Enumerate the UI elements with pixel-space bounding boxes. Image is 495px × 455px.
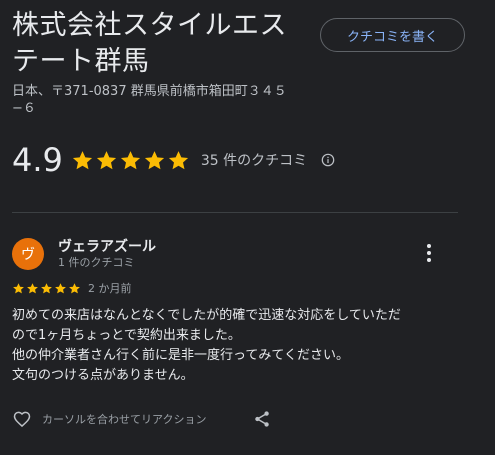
star-icon (120, 150, 140, 169)
info-icon[interactable] (321, 153, 335, 167)
review-date: 2 か月前 (88, 282, 132, 295)
rating-summary: 4.9 35 件のクチコミ (12, 140, 335, 180)
star-icon (96, 150, 116, 169)
star-icon (55, 282, 66, 293)
business-name-line-1: 株式会社スタイルエス (12, 10, 287, 41)
star-icon (13, 282, 24, 293)
review-count-link[interactable]: 35 件のクチコミ (201, 150, 307, 170)
star-icon (144, 150, 164, 169)
star-icon (168, 150, 188, 169)
review-text-line: 他の仲介業者さん行く前に是非一度行ってみてください。 (12, 348, 349, 363)
section-divider (12, 212, 458, 213)
star-icon (41, 282, 52, 293)
more-vert-icon[interactable] (418, 240, 440, 266)
reviewer-name[interactable]: ヴェラアズール (58, 236, 156, 256)
review-rating: 2 か月前 (12, 280, 132, 296)
business-name: 株式会社スタイルエス テート群馬 (12, 8, 312, 80)
address-line-2: −６ (12, 101, 36, 116)
reaction-label: カーソルを合わせてリアクション (42, 413, 207, 426)
reviewer-review-count: 1 件のクチコミ (58, 256, 135, 269)
review-actions: カーソルを合わせてリアクション (12, 407, 206, 431)
business-name-line-2: テート群馬 (12, 46, 150, 77)
star-icon (27, 282, 38, 293)
share-icon[interactable] (252, 409, 272, 429)
review-text-line: 初めての来店はなんとなくでしたが的確で迅速な対応をしていただ (12, 308, 401, 323)
star-icon (72, 150, 92, 169)
heart-outline-icon[interactable] (12, 409, 32, 429)
rating-value: 4.9 (12, 141, 63, 179)
reviewer-avatar[interactable]: ヴ (12, 238, 44, 270)
write-review-button[interactable]: クチコミを書く (320, 18, 465, 52)
review-text-line: ので1ヶ月ちょっとで契約出来ました。 (12, 328, 241, 343)
review-text: 初めての来店はなんとなくでしたが的確で迅速な対応をしていただ ので1ヶ月ちょっと… (12, 306, 452, 386)
address-line-1: 日本、〒371-0837 群馬県前橋市箱田町３４５ (12, 84, 287, 99)
review-text-line: 文句のつける点がありません。 (12, 368, 194, 383)
business-address: 日本、〒371-0837 群馬県前橋市箱田町３４５ −６ (12, 83, 312, 117)
rating-stars (71, 149, 191, 172)
star-icon (69, 282, 80, 293)
